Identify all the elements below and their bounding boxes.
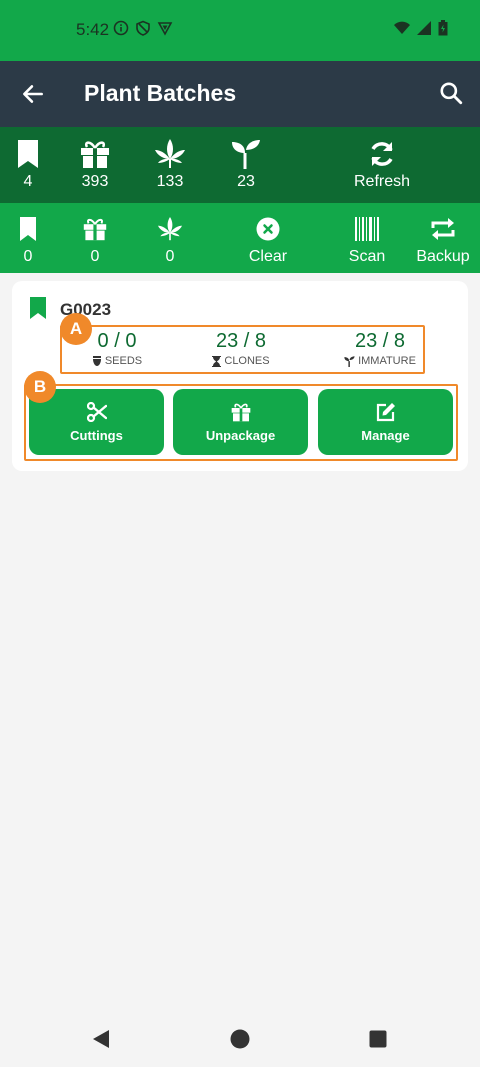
stat-value: 23 [237, 173, 255, 190]
swap-icon [431, 218, 455, 240]
stat-value: 133 [156, 173, 184, 190]
shield-icon [136, 20, 150, 36]
scan-label: Scan [348, 248, 386, 265]
clear-icon [256, 217, 280, 241]
stat-immature: 23 [226, 139, 266, 191]
bookmark-icon [30, 297, 46, 319]
selected-value: 0 [165, 248, 175, 265]
annotation-badge-b: B [24, 371, 56, 403]
stat-batches: 4 [13, 139, 43, 191]
barcode-icon [355, 217, 379, 241]
bookmark-icon [18, 140, 38, 168]
stat-value: 393 [81, 173, 109, 190]
stats-row: 4 393 133 23 Refresh [0, 127, 480, 203]
wifi-icon [394, 21, 410, 34]
vpn-icon [157, 22, 173, 36]
scan-button[interactable]: Scan [342, 214, 392, 266]
annotation-box-b [24, 384, 458, 461]
app-bar: Plant Batches [0, 61, 480, 127]
status-icons-left [113, 20, 173, 36]
status-icons-right [394, 20, 448, 36]
search-icon[interactable] [438, 80, 464, 106]
nav-home-icon[interactable] [230, 1029, 250, 1049]
actions-row: 0 0 0 Clear Scan Backup [0, 203, 480, 273]
annotation-badge-a: A [60, 313, 92, 345]
selected-value: 0 [23, 248, 33, 265]
stat-plants: 133 [150, 139, 190, 191]
clear-label: Clear [248, 248, 288, 265]
refresh-icon [371, 142, 393, 166]
back-arrow-icon[interactable] [20, 81, 46, 107]
backup-button[interactable]: Backup [414, 214, 472, 266]
page-title: Plant Batches [84, 80, 237, 106]
clear-button[interactable]: Clear [243, 214, 293, 266]
refresh-label: Refresh [353, 173, 411, 190]
selected-value: 0 [90, 248, 100, 265]
refresh-button[interactable]: Refresh [352, 139, 412, 191]
stat-value: 4 [23, 173, 33, 190]
status-bar: 5:42 [0, 0, 480, 61]
gift-icon [81, 141, 109, 168]
signal-icon [417, 21, 431, 35]
leaf-icon [155, 139, 185, 168]
stat-packages: 393 [75, 139, 115, 191]
battery-icon [438, 20, 448, 36]
system-nav-bar [0, 1011, 480, 1067]
bookmark-icon [20, 217, 36, 241]
gift-icon [83, 218, 107, 241]
leaf-icon [158, 217, 182, 241]
selected-batches: 0 [13, 214, 43, 266]
info-icon [113, 20, 129, 36]
nav-recents-icon[interactable] [368, 1029, 388, 1049]
selected-plants: 0 [150, 214, 190, 266]
status-time: 5:42 [76, 20, 110, 39]
sprout-icon [232, 140, 260, 169]
nav-back-icon[interactable] [91, 1029, 111, 1049]
selected-packages: 0 [75, 214, 115, 266]
annotation-box-a [60, 325, 425, 374]
backup-label: Backup [416, 248, 470, 265]
